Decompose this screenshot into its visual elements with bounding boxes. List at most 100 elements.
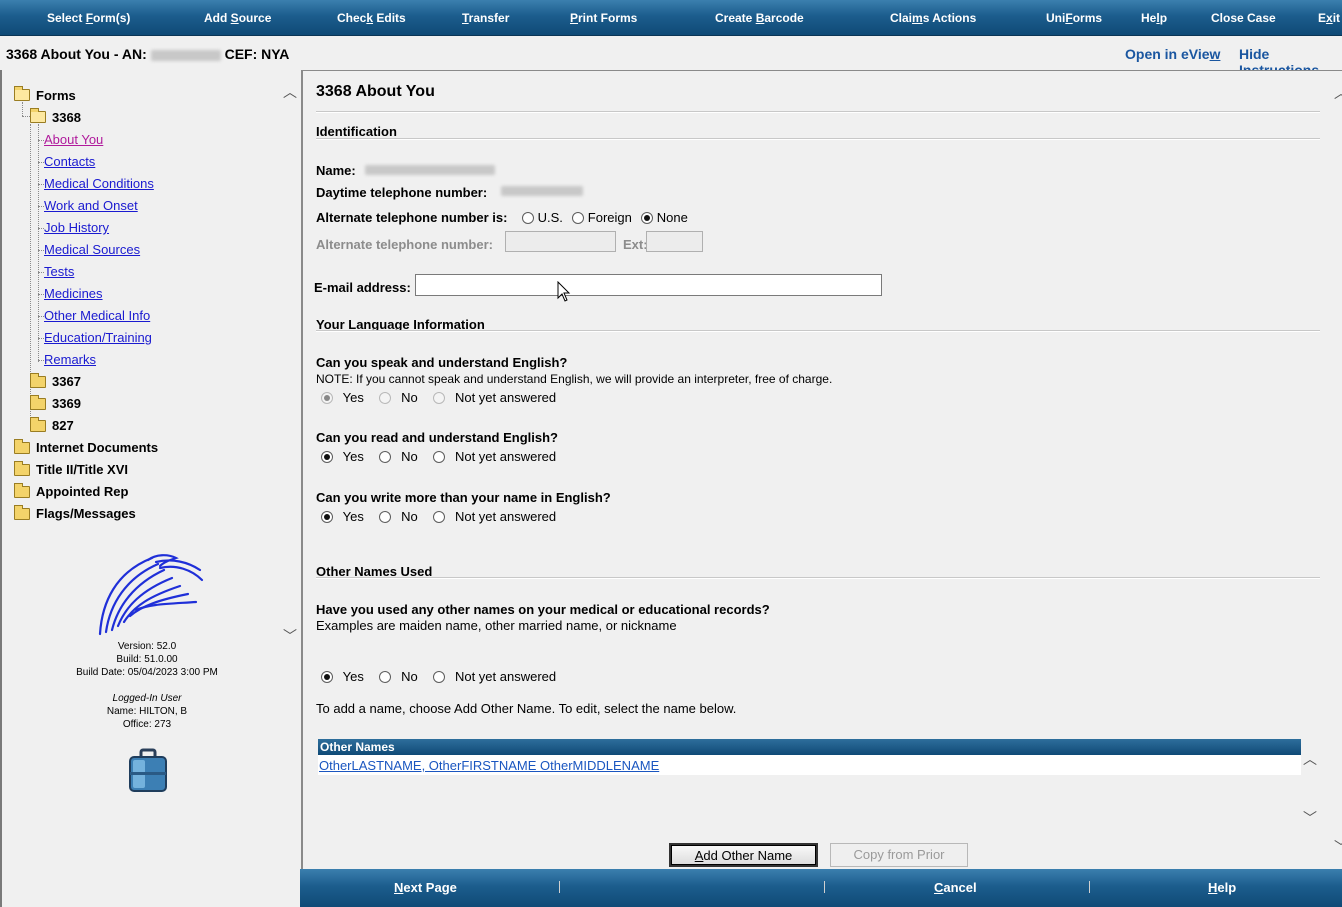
read-english-options: Yes No Not yet answered [321,449,556,464]
speak-no-radio[interactable] [379,392,392,404]
interpreter-note: NOTE: If you cannot speak and understand… [316,372,833,386]
folder-open-icon [30,108,46,123]
briefcase-icon[interactable] [128,748,168,794]
tree-folder-flags-messages[interactable]: Flags/Messages [36,506,136,521]
menu-create-barcode[interactable]: Create Barcode [715,11,804,25]
tree-folder-3369[interactable]: 3369 [52,396,81,411]
write-not-answered-radio[interactable] [433,511,446,523]
top-menu-bar: Select Form(s) Add Source Check Edits Tr… [0,0,1342,36]
alt-phone-us-radio[interactable] [522,212,534,224]
speak-yes-radio[interactable] [321,392,333,404]
tree-link-tests[interactable]: Tests [44,264,74,279]
title-row: 3368 About You - AN: CEF: NYA Open in eV… [0,36,1342,78]
menu-close-case[interactable]: Close Case [1211,11,1276,25]
tree-link-about-you[interactable]: About You [44,132,103,147]
email-input[interactable] [415,274,882,296]
menu-exit[interactable]: Exit [1318,11,1340,25]
folder-icon [14,505,30,520]
tree-folder-forms[interactable]: Forms [36,88,76,103]
read-not-answered-label: Not yet answered [454,449,557,464]
tree-folder-3367[interactable]: 3367 [52,374,81,389]
tree-folder-title-ii-xvi[interactable]: Title II/Title XVI [36,462,128,477]
menu-add-source[interactable]: Add Source [204,11,271,25]
tree-link-remarks[interactable]: Remarks [44,352,96,367]
write-no-radio[interactable] [379,511,392,523]
write-no-label: No [401,509,418,524]
menu-check-edits[interactable]: Check Edits [337,11,406,25]
tree-link-medical-sources[interactable]: Medical Sources [44,242,140,257]
read-no-radio[interactable] [379,451,392,463]
other-names-table-header: Other Names [318,739,1301,755]
left-navigation-panel: Forms 3368 About You Contacts Medical Co… [0,70,300,907]
folder-icon [30,417,46,432]
table-scroll-up-icon[interactable]: ︿ [1302,749,1318,767]
other-names-no-radio[interactable] [379,671,392,683]
main-form-panel: 3368 About You ︿ Identification Name: Da… [301,70,1342,869]
read-yes-radio[interactable] [321,451,333,463]
alt-phone-foreign-radio[interactable] [572,212,585,224]
main-scroll-down-icon[interactable]: ﹀ [1333,837,1342,855]
tree-link-medical-conditions[interactable]: Medical Conditions [44,176,154,191]
tree-folder-3368[interactable]: 3368 [52,110,81,125]
tree-link-education-training[interactable]: Education/Training [44,330,152,345]
tree-link-other-medical-info[interactable]: Other Medical Info [44,308,150,323]
read-not-answered-radio[interactable] [433,451,446,463]
tree-folder-internet-documents[interactable]: Internet Documents [36,440,158,455]
cancel-button[interactable]: Cancel [934,880,977,895]
open-in-eview-link[interactable]: Open in eView [1125,46,1220,62]
other-names-not-answered-radio[interactable] [433,671,446,683]
menu-claims-actions[interactable]: Claims Actions [890,11,976,25]
folder-icon [14,439,30,454]
ext-input[interactable] [646,231,703,252]
add-other-name-button[interactable]: Add Other Name [669,843,818,867]
table-row[interactable]: OtherLASTNAME, OtherFIRSTNAME OtherMIDDL… [319,758,659,773]
alt-phone-foreign-label: Foreign [587,210,632,225]
tree-link-work-and-onset[interactable]: Work and Onset [44,198,138,213]
identification-heading: Identification [316,124,397,139]
alt-phone-number-input[interactable] [505,231,616,252]
alt-phone-none-radio[interactable] [641,212,654,224]
table-scroll-down-icon[interactable]: ﹀ [1302,808,1318,826]
other-names-no-label: No [401,669,418,684]
speak-not-answered-label: Not yet answered [454,390,557,405]
write-yes-label: Yes [342,509,364,524]
other-names-yes-radio[interactable] [321,671,333,683]
main-scroll-up-icon[interactable]: ︿ [1333,83,1342,101]
speak-not-answered-radio[interactable] [433,392,446,404]
build-label: Build: 51.0.00 [116,654,178,665]
help-button[interactable]: Help [1208,880,1236,895]
email-label: E-mail address: [314,280,411,295]
copy-from-prior-button[interactable]: Copy from Prior [830,843,968,867]
page-title: 3368 About You - AN: CEF: NYA [6,46,290,62]
tree-folder-appointed-rep[interactable]: Appointed Rep [36,484,128,499]
menu-select-forms[interactable]: Select Form(s) [47,11,130,25]
menu-print-forms[interactable]: Print Forms [570,11,637,25]
scroll-down-icon[interactable]: ﹀ [282,626,298,644]
scroll-up-icon[interactable]: ︿ [282,82,298,100]
alt-phone-number-label: Alternate telephone number: [316,237,493,252]
redacted-phone [501,186,583,196]
menu-help[interactable]: Help [1141,11,1167,25]
folder-icon [14,483,30,498]
mouse-cursor-icon [557,281,571,302]
menu-uniforms[interactable]: UniForms [1046,11,1102,25]
other-names-table: OtherLASTNAME, OtherFIRSTNAME OtherMIDDL… [318,755,1301,775]
other-names-examples: Examples are maiden name, other married … [316,618,677,633]
read-yes-label: Yes [342,449,364,464]
tree-link-contacts[interactable]: Contacts [44,154,95,169]
bottom-nav-bar: Next Page Cancel Help [300,869,1342,907]
name-label: Name: [316,163,356,178]
other-names-not-answered-label: Not yet answered [454,669,557,684]
alt-phone-none-label: None [656,210,688,225]
menu-transfer[interactable]: Transfer [462,11,509,25]
form-title: 3368 About You [316,83,435,100]
tree-link-medicines[interactable]: Medicines [44,286,103,301]
tree-folder-827[interactable]: 827 [52,418,74,433]
write-yes-radio[interactable] [321,511,333,523]
next-page-button[interactable]: Next Page [394,880,457,895]
alt-phone-us-label: U.S. [537,210,563,225]
build-date-label: Build Date: 05/04/2023 3:00 PM [76,667,218,678]
read-english-question: Can you read and understand English? [316,430,558,445]
office-label: Office: 273 [122,719,172,730]
tree-link-job-history[interactable]: Job History [44,220,109,235]
